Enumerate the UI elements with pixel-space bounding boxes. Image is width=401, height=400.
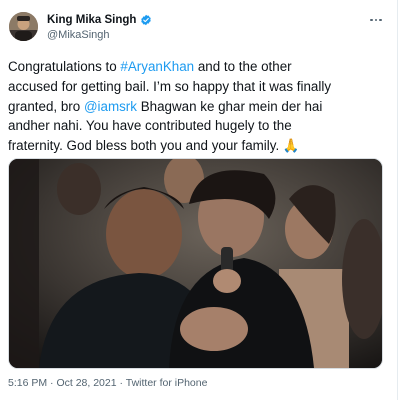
tweet-date[interactable]: Oct 28, 2021	[56, 377, 116, 389]
meta-separator: ·	[116, 377, 126, 389]
tweet-text-segment: and to the other	[194, 59, 292, 74]
tweet-line-2: accused for getting bail. I’m so happy t…	[8, 78, 332, 94]
tweet-text: Congratulations to #AryanKhan and to the…	[8, 57, 390, 156]
tweet-source: Twitter for iPhone	[125, 377, 208, 389]
tweet-card: King Mika Singh @MikaSingh Congratulatio…	[0, 0, 398, 400]
tweet-text-segment: granted, bro	[8, 98, 84, 114]
tweet-line-3: granted, bro @iamsrk Bhagwan ke ghar mei…	[8, 97, 390, 117]
tweet-meta: 5:16 PM · Oct 28, 2021 · Twitter for iPh…	[8, 377, 207, 389]
tweet-line-5: fraternity. God bless both you and your …	[8, 138, 300, 154]
more-dot	[379, 18, 382, 22]
tweet-text-segment: Congratulations to	[8, 59, 121, 74]
avatar-image	[9, 12, 38, 41]
more-dot	[370, 18, 373, 22]
hashtag-link[interactable]: #AryanKhan	[120, 59, 194, 74]
avatar[interactable]	[9, 12, 38, 41]
tweet-line-4: andher nahi. You have contributed hugely…	[8, 118, 292, 134]
mention-link[interactable]: @iamsrk	[84, 99, 137, 114]
tweet-photo[interactable]	[8, 158, 383, 369]
author-name[interactable]: King Mika Singh	[47, 14, 136, 26]
verified-badge-icon	[140, 14, 152, 26]
author-name-row[interactable]: King Mika Singh	[47, 14, 152, 26]
tweet-text-segment: Bhagwan ke ghar mein der hai	[136, 98, 323, 114]
more-icon[interactable]	[366, 13, 386, 27]
photo-image	[9, 159, 382, 368]
tweet-line-1: Congratulations to #AryanKhan and to the…	[8, 57, 390, 77]
tweet-time[interactable]: 5:16 PM	[8, 377, 47, 389]
author-handle[interactable]: @MikaSingh	[47, 29, 110, 41]
more-dot	[374, 18, 378, 22]
